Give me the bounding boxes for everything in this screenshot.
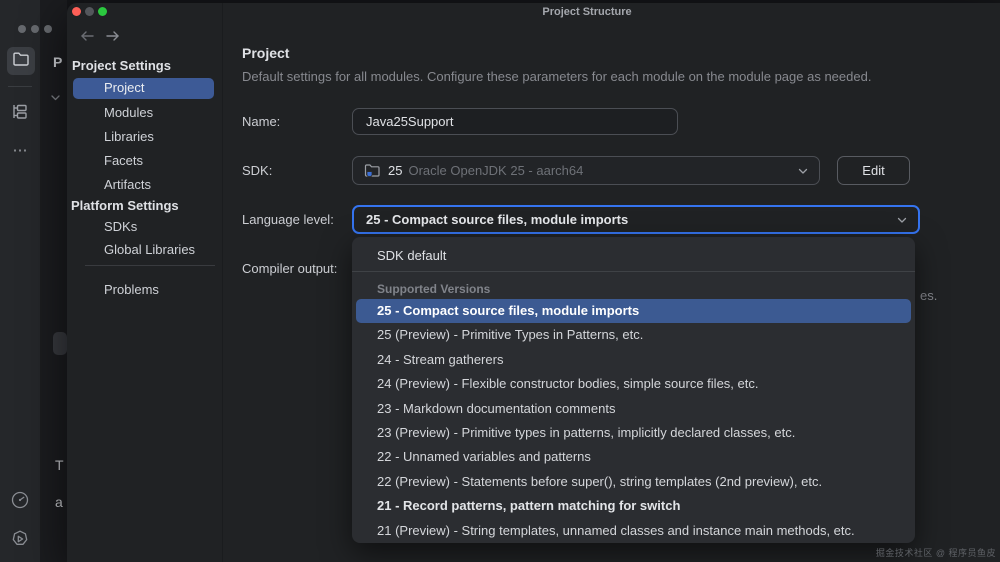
ide-text-fragment-a: a (55, 494, 63, 510)
compiler-output-label: Compiler output: (242, 261, 338, 276)
profiler-gauge-icon (10, 490, 30, 515)
nav-section-divider (85, 265, 215, 266)
nav-item-libraries[interactable]: Libraries (104, 127, 154, 147)
back-button[interactable] (78, 28, 96, 44)
dropdown-item-24[interactable]: 24 - Stream gatherers (352, 348, 915, 372)
screen: ⋯ P T a Project Structure Project Settin… (0, 0, 1000, 562)
dialog-title: Project Structure (542, 6, 632, 18)
nav-item-facets[interactable]: Facets (104, 151, 143, 171)
chevron-expand-icon (50, 90, 61, 106)
sdk-label: SDK: (242, 163, 273, 178)
services-play-icon (10, 529, 30, 554)
obscured-text-fragment: es. (920, 288, 938, 303)
watermark: 掘金技术社区 @ 程序员鱼皮 (875, 548, 996, 558)
services-tool-button[interactable] (8, 529, 32, 553)
chevron-down-icon (896, 214, 908, 226)
sdk-version: 25 (388, 163, 403, 178)
language-level-combobox[interactable]: 25 - Compact source files, module import… (352, 205, 920, 234)
language-level-dropdown: SDK default Supported Versions 25 - Comp… (352, 237, 915, 543)
profiler-tool-button[interactable] (8, 490, 32, 514)
nav-item-project[interactable]: Project (73, 78, 214, 99)
page-title: Project (242, 45, 290, 61)
jdk-icon (364, 163, 381, 178)
structure-icon (10, 102, 30, 127)
chevron-down-icon (797, 165, 809, 177)
dropdown-item-23[interactable]: 23 - Markdown documentation comments (352, 397, 915, 421)
project-structure-dialog: Project Structure Project Settings Proje… (67, 3, 1000, 562)
more-tool-button[interactable]: ⋯ (8, 138, 32, 162)
ide-traffic-minimize-icon (31, 25, 39, 33)
structure-tool-button[interactable] (8, 102, 32, 126)
ide-text-fragment-p: P (53, 54, 63, 70)
dropdown-item-25[interactable]: 25 - Compact source files, module import… (356, 299, 911, 324)
name-label: Name: (242, 114, 281, 129)
page-description: Default settings for all modules. Config… (242, 69, 872, 84)
edit-sdk-button[interactable]: Edit (837, 156, 910, 185)
folder-icon (12, 51, 30, 72)
close-window-button[interactable] (72, 7, 81, 16)
sdk-combobox[interactable]: 25 Oracle OpenJDK 25 - aarch64 (352, 156, 820, 185)
project-name-input[interactable] (352, 108, 678, 135)
nav-content-divider (222, 3, 223, 562)
zoom-window-button[interactable] (98, 7, 107, 16)
dropdown-item-25-preview[interactable]: 25 (Preview) - Primitive Types in Patter… (352, 323, 915, 347)
ide-traffic-zoom-icon (44, 25, 52, 33)
ide-traffic-close-icon (18, 25, 26, 33)
nav-item-sdks[interactable]: SDKs (104, 217, 137, 237)
sdk-name: Oracle OpenJDK 25 - aarch64 (408, 163, 584, 178)
nav-header-platform-settings: Platform Settings (71, 198, 179, 213)
nav-item-modules[interactable]: Modules (104, 103, 153, 123)
forward-button[interactable] (104, 28, 122, 44)
nav-header-project-settings: Project Settings (72, 58, 171, 73)
dropdown-item-sdk-default[interactable]: SDK default (352, 243, 915, 269)
back-arrow-icon (81, 31, 94, 41)
dropdown-item-22-preview[interactable]: 22 (Preview) - Statements before super()… (352, 470, 915, 494)
minimize-window-button (85, 7, 94, 16)
nav-item-problems[interactable]: Problems (104, 280, 159, 300)
dropdown-item-21-preview[interactable]: 21 (Preview) - String templates, unnamed… (352, 519, 915, 543)
scrollbar-thumb[interactable] (53, 332, 67, 355)
language-level-value: 25 - Compact source files, module import… (366, 212, 629, 227)
dropdown-item-23-preview[interactable]: 23 (Preview) - Primitive types in patter… (352, 421, 915, 445)
ide-toolbar-strip: ⋯ (0, 0, 40, 562)
dropdown-list: 25 - Compact source files, module import… (352, 299, 915, 543)
dropdown-group-header: Supported Versions (377, 282, 491, 296)
ide-background-sliver (40, 0, 107, 562)
nav-item-artifacts[interactable]: Artifacts (104, 175, 151, 195)
dropdown-item-21[interactable]: 21 - Record patterns, pattern matching f… (352, 494, 915, 518)
language-level-label: Language level: (242, 212, 334, 227)
more-icon: ⋯ (12, 142, 28, 159)
toolbar-divider (8, 86, 32, 87)
dropdown-item-24-preview[interactable]: 24 (Preview) - Flexible constructor bodi… (352, 372, 915, 396)
ide-text-fragment-t: T (55, 457, 64, 473)
dropdown-divider (352, 271, 915, 272)
forward-arrow-icon (106, 31, 119, 41)
project-tool-button[interactable] (7, 47, 35, 75)
dropdown-item-22[interactable]: 22 - Unnamed variables and patterns (352, 445, 915, 469)
nav-item-global-libraries[interactable]: Global Libraries (104, 240, 195, 260)
